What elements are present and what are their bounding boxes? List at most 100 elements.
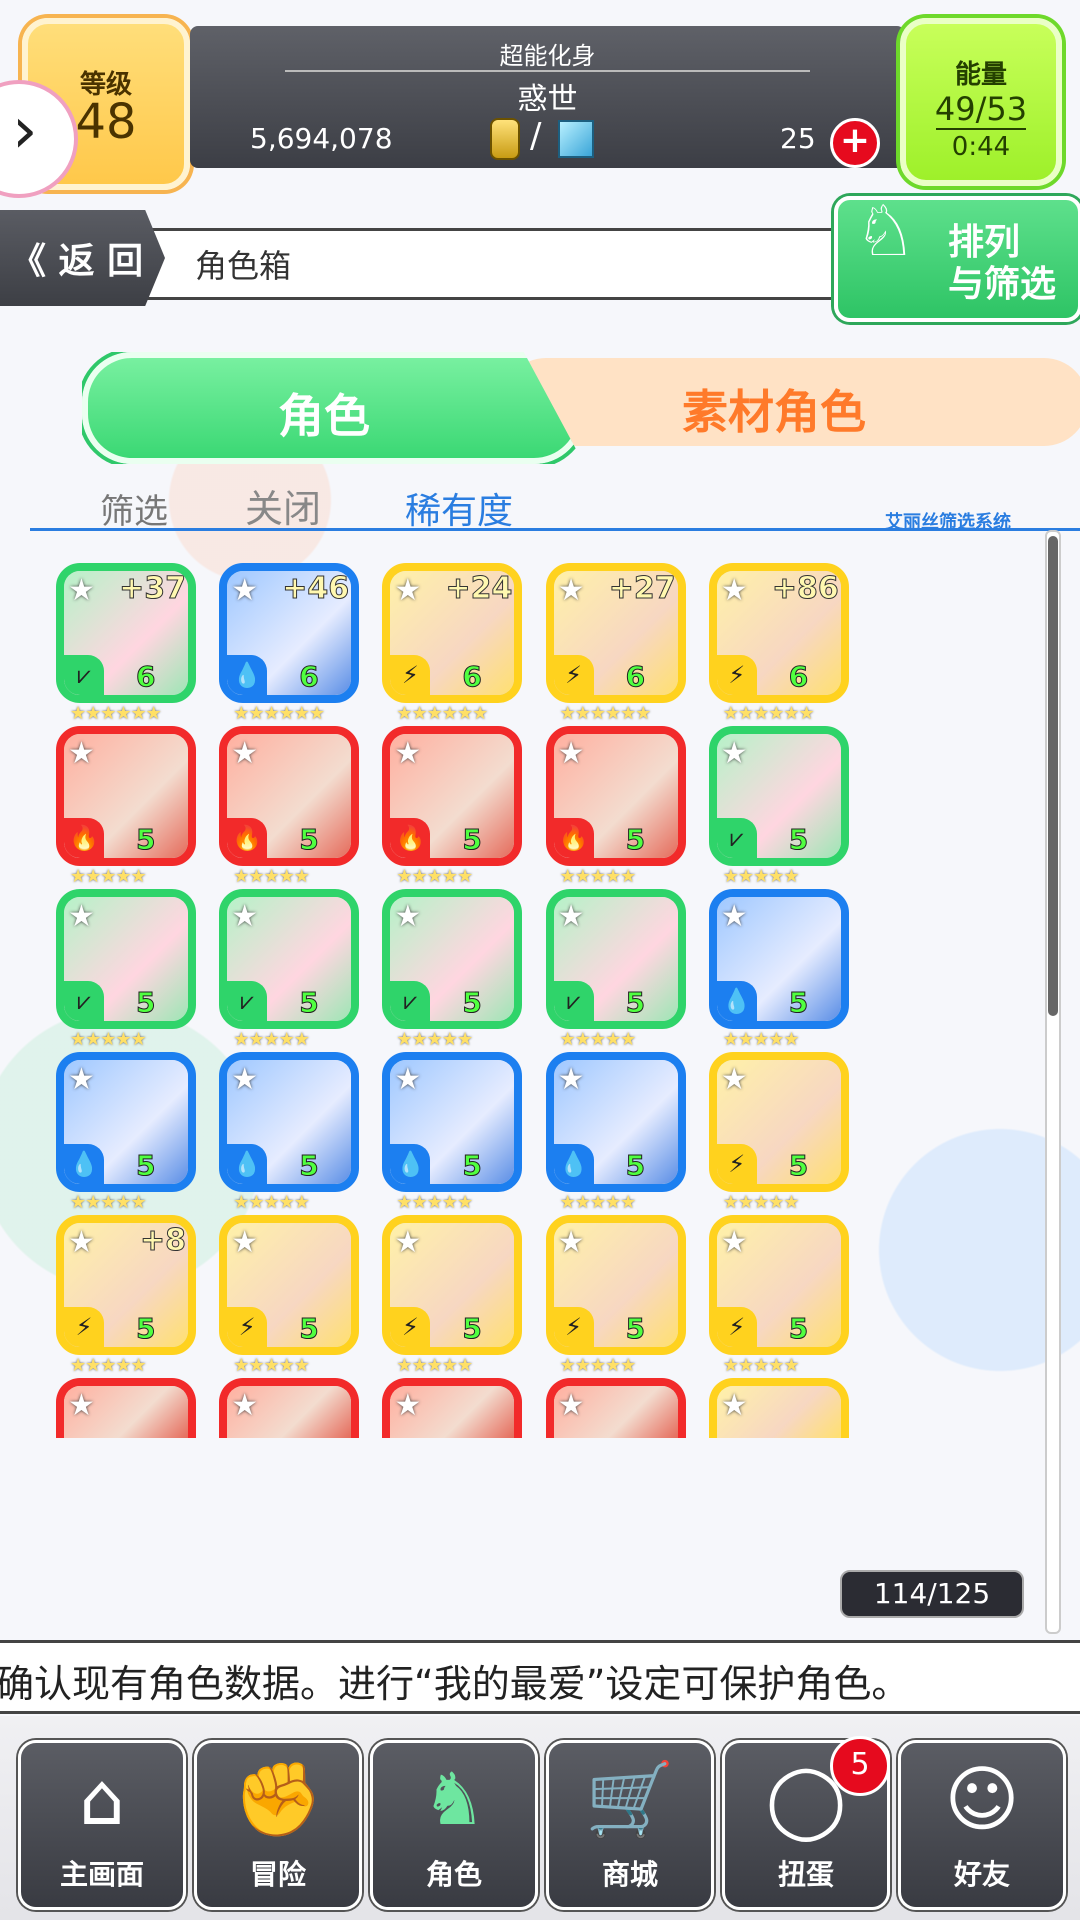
character-card[interactable]: ★ ⚡ 5 bbox=[219, 1215, 360, 1355]
grid-scrollbar[interactable] bbox=[1045, 530, 1061, 1634]
favorite-star-icon[interactable]: ★ bbox=[394, 1225, 421, 1260]
character-card[interactable]: ★ ⚡ 5 bbox=[708, 1215, 849, 1355]
nav-fist[interactable]: ✊ 冒险 bbox=[194, 1740, 362, 1910]
rarity-stars: ★★★★★ bbox=[233, 1192, 310, 1213]
character-card[interactable]: ★ +8 ⚡ 5 bbox=[56, 1215, 196, 1355]
character-card[interactable]: ★ +24 ⚡ 6 bbox=[382, 563, 523, 703]
character-card-partial[interactable]: ★ bbox=[708, 1378, 849, 1438]
rarity-stars: ★★★★★ bbox=[722, 1192, 800, 1213]
character-card[interactable]: ★ 🔥 5 bbox=[219, 726, 360, 866]
water-element-icon: 💧 bbox=[553, 1144, 594, 1184]
back-button[interactable]: 《 返 回 bbox=[0, 210, 165, 306]
favorite-star-icon[interactable]: ★ bbox=[721, 573, 748, 608]
character-card[interactable]: ★ +37 ⩗ 6 bbox=[56, 563, 196, 703]
favorite-star-icon[interactable]: ★ bbox=[394, 1388, 421, 1423]
bottom-nav: ⌂ 主画面 ✊ 冒险 ♞ 角色 🛒 商城 ◯ 扭蛋 ☺ 好友 bbox=[0, 1716, 1080, 1920]
tab-material-label: 素材角色 bbox=[682, 385, 866, 439]
character-card[interactable]: ★ 💧 5 bbox=[708, 889, 849, 1029]
character-card[interactable]: ★ 💧 5 bbox=[382, 1052, 523, 1192]
thunder-element-icon: ⚡ bbox=[553, 655, 594, 695]
favorite-star-icon[interactable]: ★ bbox=[721, 1062, 748, 1097]
back-label: 《 返 回 bbox=[10, 241, 144, 282]
gacha-badge: 5 bbox=[830, 1736, 890, 1796]
character-card[interactable]: ★ ⩗ 5 bbox=[708, 726, 849, 866]
character-card-partial[interactable]: ★ bbox=[56, 1378, 196, 1438]
thunder-element-icon: ⚡ bbox=[390, 1307, 431, 1347]
favorite-star-icon[interactable]: ★ bbox=[558, 1225, 585, 1260]
nav-cart[interactable]: 🛒 商城 bbox=[546, 1740, 714, 1910]
favorite-star-icon[interactable]: ★ bbox=[721, 1225, 748, 1260]
character-card[interactable]: ★ ⩗ 5 bbox=[219, 889, 360, 1029]
filter-label[interactable]: 筛选 bbox=[100, 484, 168, 533]
rarity-stars: ★★★★★ bbox=[233, 866, 310, 887]
character-card[interactable]: ★ 🔥 5 bbox=[545, 726, 686, 866]
character-card[interactable]: ★ 🔥 5 bbox=[382, 726, 523, 866]
favorite-star-icon[interactable]: ★ bbox=[558, 1062, 585, 1097]
favorite-star-icon[interactable]: ★ bbox=[231, 899, 258, 934]
character-card[interactable]: ★ 💧 5 bbox=[219, 1052, 360, 1192]
rarity-stars: ★★★★★ bbox=[559, 1029, 637, 1050]
nav-rabbit[interactable]: ♞ 角色 bbox=[370, 1740, 538, 1910]
character-card[interactable]: ★ +27 ⚡ 6 bbox=[545, 563, 686, 703]
filter-state[interactable]: 关闭 bbox=[245, 478, 321, 533]
rarity-stars: ★★★★★★ bbox=[559, 703, 652, 724]
rarity-stars: ★★★★★ bbox=[396, 866, 473, 887]
character-card[interactable]: ★ ⚡ 5 bbox=[708, 1052, 849, 1192]
favorite-star-icon[interactable]: ★ bbox=[394, 1062, 421, 1097]
favorite-star-icon[interactable]: ★ bbox=[231, 573, 258, 608]
favorite-star-icon[interactable]: ★ bbox=[721, 1388, 748, 1423]
rarity-stars: ★★★★★ bbox=[722, 1029, 800, 1050]
character-level: 6 bbox=[299, 660, 320, 694]
tab-characters[interactable]: 角色 bbox=[82, 352, 584, 464]
favorite-star-icon[interactable]: ★ bbox=[231, 736, 258, 771]
nav-friends[interactable]: ☺ 好友 bbox=[898, 1740, 1066, 1910]
info-marquee: 确认现有角色数据。进行“我的最爱”设定可保护角色。 bbox=[0, 1640, 1080, 1714]
energy-divider bbox=[936, 128, 1026, 130]
favorite-star-icon[interactable]: ★ bbox=[68, 1225, 95, 1260]
favorite-star-icon[interactable]: ★ bbox=[231, 1062, 258, 1097]
character-card[interactable]: ★ ⩗ 5 bbox=[56, 889, 196, 1029]
nav-home[interactable]: ⌂ 主画面 bbox=[18, 1740, 186, 1910]
favorite-star-icon[interactable]: ★ bbox=[721, 899, 748, 934]
favorite-star-icon[interactable]: ★ bbox=[68, 736, 95, 771]
favorite-star-icon[interactable]: ★ bbox=[68, 1062, 95, 1097]
wind-element-icon: ⩗ bbox=[64, 981, 104, 1021]
character-card[interactable]: ★ ⚡ 5 bbox=[545, 1215, 686, 1355]
add-gems-button[interactable]: + bbox=[830, 118, 880, 168]
sort-rarity[interactable]: 稀有度 bbox=[405, 482, 513, 534]
character-card[interactable]: ★ ⩗ 5 bbox=[545, 889, 686, 1029]
character-card-partial[interactable]: ★ bbox=[219, 1378, 360, 1438]
character-card[interactable]: ★ 💧 5 bbox=[56, 1052, 196, 1192]
favorite-star-icon[interactable]: ★ bbox=[394, 736, 421, 771]
character-level: 5 bbox=[299, 1312, 320, 1346]
character-card-partial[interactable]: ★ bbox=[545, 1378, 686, 1438]
character-card[interactable]: ★ ⚡ 5 bbox=[382, 1215, 523, 1355]
favorite-star-icon[interactable]: ★ bbox=[68, 1388, 95, 1423]
rarity-stars: ★★★★★ bbox=[70, 1192, 147, 1213]
favorite-star-icon[interactable]: ★ bbox=[558, 899, 585, 934]
character-level: 5 bbox=[788, 1312, 809, 1346]
character-card-partial[interactable]: ★ bbox=[382, 1378, 523, 1438]
favorite-star-icon[interactable]: ★ bbox=[721, 736, 748, 771]
character-card[interactable]: ★ 💧 5 bbox=[545, 1052, 686, 1192]
tab-material-characters[interactable]: 素材角色 bbox=[502, 358, 1080, 446]
character-card[interactable]: ★ +46 💧 6 bbox=[219, 563, 360, 703]
energy-timer: 0:44 bbox=[951, 132, 1011, 162]
favorite-star-icon[interactable]: ★ bbox=[558, 736, 585, 771]
favorite-star-icon[interactable]: ★ bbox=[394, 573, 421, 608]
scroll-thumb[interactable] bbox=[1048, 536, 1058, 1016]
character-card[interactable]: ★ 🔥 5 bbox=[56, 726, 196, 866]
sort-filter-button[interactable]: ♘ 排列 与筛选 bbox=[834, 196, 1080, 322]
tab-characters-label: 角色 bbox=[278, 389, 370, 443]
favorite-star-icon[interactable]: ★ bbox=[558, 1388, 585, 1423]
favorite-star-icon[interactable]: ★ bbox=[68, 899, 95, 934]
favorite-star-icon[interactable]: ★ bbox=[68, 573, 95, 608]
favorite-star-icon[interactable]: ★ bbox=[231, 1225, 258, 1260]
favorite-star-icon[interactable]: ★ bbox=[394, 899, 421, 934]
character-card[interactable]: ★ ⩗ 5 bbox=[382, 889, 523, 1029]
favorite-star-icon[interactable]: ★ bbox=[231, 1388, 258, 1423]
thunder-element-icon: ⚡ bbox=[716, 655, 757, 695]
favorite-star-icon[interactable]: ★ bbox=[558, 573, 585, 608]
currency-separator: / bbox=[530, 116, 542, 156]
character-card[interactable]: ★ +86 ⚡ 6 bbox=[708, 563, 849, 703]
